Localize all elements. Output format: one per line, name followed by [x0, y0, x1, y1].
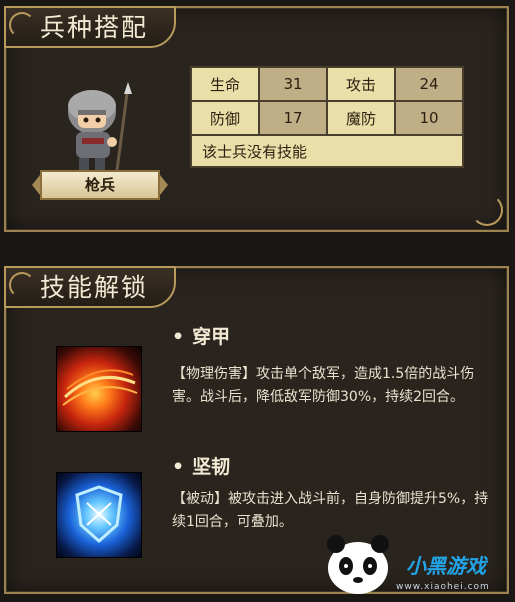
stat-label-hp: 生命 [190, 66, 260, 102]
bullet: • [172, 456, 185, 478]
skill-panel-title-text: 技能解锁 [40, 273, 149, 302]
troop-panel-title-text: 兵种搭配 [40, 13, 149, 42]
skill-description-armor-pierce: 【物理伤害】攻击单个敌军，造成1.5倍的战斗伤害。战斗后，降低敌军防御30%，持… [172, 366, 475, 405]
troop-panel-title: 兵种搭配 [4, 6, 176, 48]
stats-row: 该士兵没有技能 [190, 134, 464, 168]
skill-name-text: 穿甲 [192, 326, 231, 348]
watermark-url: www.xiaohei.com [396, 582, 490, 592]
skill-panel-title: 技能解锁 [4, 266, 176, 308]
watermark-brand: 小黑游戏 [406, 554, 486, 578]
spearman-avatar [68, 82, 132, 179]
stats-row: 生命 31 攻击 24 [190, 66, 464, 102]
panda-logo-icon [327, 535, 389, 594]
stat-value-magic-defense: 10 [394, 100, 464, 136]
skill-title-tenacity: • 坚韧 [172, 452, 230, 479]
bullet: • [172, 326, 185, 348]
stat-label-attack: 攻击 [326, 66, 396, 102]
unit-name: 枪兵 [84, 176, 115, 194]
stat-value-attack: 24 [394, 66, 464, 102]
skill-title-armor-pierce: • 穿甲 [172, 322, 230, 349]
unit-name-banner: 枪兵 [32, 170, 168, 200]
stat-value-defense: 17 [258, 100, 328, 136]
stats-row: 防御 17 魔防 10 [190, 100, 464, 136]
stat-label-defense: 防御 [190, 100, 260, 136]
skill-name-text: 坚韧 [192, 456, 231, 478]
corner-ornament-icon [471, 194, 503, 226]
stat-label-magic-defense: 魔防 [326, 100, 396, 136]
stats-table: 生命 31 攻击 24 防御 17 魔防 10 该士兵没有技能 [190, 66, 464, 168]
blue-shield-icon [56, 472, 142, 558]
swirl-ornament-icon [9, 12, 35, 38]
site-watermark: 小黑游戏 www.xiaohei.com [318, 528, 514, 598]
skill-note: 该士兵没有技能 [190, 134, 464, 168]
swirl-ornament-icon [9, 272, 35, 298]
stat-value-hp: 31 [258, 66, 328, 102]
fire-slash-icon [56, 346, 142, 432]
